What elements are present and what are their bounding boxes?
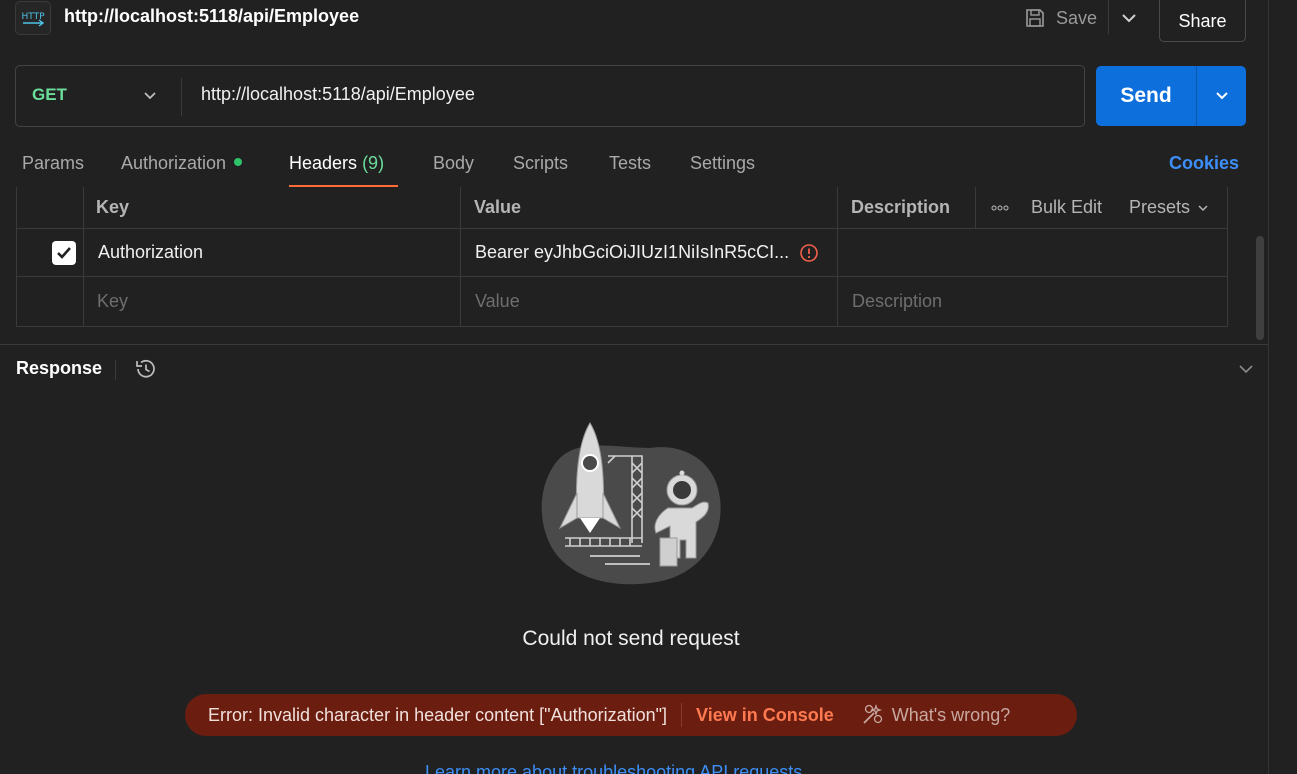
method-select[interactable]: GET [32, 85, 67, 105]
new-value-input[interactable]: Value [475, 277, 520, 326]
rocket-astronaut-illustration [541, 422, 721, 585]
presets-dropdown[interactable]: Presets [1129, 187, 1210, 228]
http-badge-text: HTTP [21, 12, 45, 22]
save-label: Save [1056, 7, 1098, 28]
table-row-new: Key Value Description [17, 277, 1227, 326]
save-icon [1026, 9, 1044, 27]
tab-headers[interactable]: Headers (9) [289, 153, 384, 174]
scrollbar[interactable] [1256, 236, 1264, 340]
send-options-button[interactable] [1197, 66, 1246, 126]
save-button[interactable]: Save [1024, 4, 1097, 32]
more-options-icon[interactable] [991, 187, 1009, 228]
divider [181, 78, 182, 116]
column-header-description: Description [851, 197, 951, 217]
bulk-edit-button[interactable]: Bulk Edit [1031, 187, 1102, 228]
tab-count: (9) [362, 153, 385, 173]
panel-edge [1268, 0, 1269, 774]
error-banner: Error: Invalid character in header conte… [185, 694, 1077, 736]
share-label: Share [1178, 10, 1227, 31]
send-button[interactable]: Send [1096, 66, 1246, 126]
warning-icon[interactable] [799, 243, 819, 263]
url-input[interactable] [201, 84, 1071, 105]
request-title[interactable]: http://localhost:5118/api/Employee [64, 6, 359, 27]
magic-wand-icon [863, 703, 882, 724]
divider [115, 360, 116, 380]
header-value-text: Bearer eyJhbGciOiJIUzI1NiIsInR5cCI... [475, 242, 790, 262]
chevron-down-icon [1198, 204, 1208, 211]
troubleshooting-link[interactable]: Learn more about troubleshooting API req… [425, 762, 802, 774]
column-header-key: Key [96, 197, 130, 217]
tab-params[interactable]: Params [22, 153, 84, 174]
cookies-link[interactable]: Cookies [1169, 153, 1239, 174]
empty-state-message: Could not send request [522, 627, 740, 650]
tab-label: Headers [289, 153, 358, 173]
header-key-cell[interactable]: Authorization [98, 229, 203, 276]
divider [681, 703, 683, 727]
http-request-icon: HTTP [15, 1, 51, 35]
header-value-cell[interactable]: Bearer eyJhbGciOiJIUzI1NiIsInR5cCI... [475, 229, 819, 276]
checkmark-icon [52, 240, 76, 265]
table-row: Authorization Bearer eyJhbGciOiJIUzI1NiI… [17, 229, 1227, 277]
headers-table: Key Value Description Bulk Edit Presets … [16, 187, 1228, 327]
whats-wrong-button[interactable]: What's wrong? [860, 703, 1011, 727]
tab-scripts[interactable]: Scripts [513, 153, 568, 174]
whats-wrong-label: What's wrong? [891, 704, 1011, 725]
divider [1108, 0, 1109, 34]
table-header-row: Key Value Description Bulk Edit Presets [17, 187, 1227, 229]
chevron-down-icon [1215, 92, 1228, 100]
new-description-input[interactable]: Description [852, 277, 942, 326]
share-button[interactable]: Share [1159, 0, 1246, 42]
tab-settings[interactable]: Settings [690, 153, 755, 174]
error-message: Error: Invalid character in header conte… [208, 704, 668, 725]
status-dot-icon [234, 158, 243, 166]
tab-label: Authorization [121, 153, 227, 173]
tab-label: Body [433, 153, 475, 173]
column-header-value: Value [474, 197, 522, 217]
url-bar: GET [15, 65, 1085, 127]
save-options-chevron-icon[interactable] [1118, 8, 1140, 28]
chevron-down-icon[interactable] [1236, 360, 1256, 378]
new-key-input[interactable]: Key [97, 277, 128, 326]
tab-tests[interactable]: Tests [609, 153, 651, 174]
tab-label: Tests [609, 153, 652, 173]
presets-label: Presets [1129, 197, 1191, 217]
response-title: Response [16, 358, 103, 378]
tab-label: Settings [690, 153, 756, 173]
divider [0, 344, 1268, 345]
tab-label: Scripts [513, 153, 569, 173]
tab-authorization[interactable]: Authorization [121, 153, 243, 174]
history-icon[interactable] [133, 356, 159, 382]
view-in-console-button[interactable]: View in Console [696, 705, 834, 726]
row-checkbox[interactable] [52, 229, 76, 276]
tab-body[interactable]: Body [433, 153, 474, 174]
chevron-down-icon[interactable] [140, 86, 160, 106]
send-label[interactable]: Send [1096, 66, 1197, 126]
tab-label: Params [22, 153, 85, 173]
